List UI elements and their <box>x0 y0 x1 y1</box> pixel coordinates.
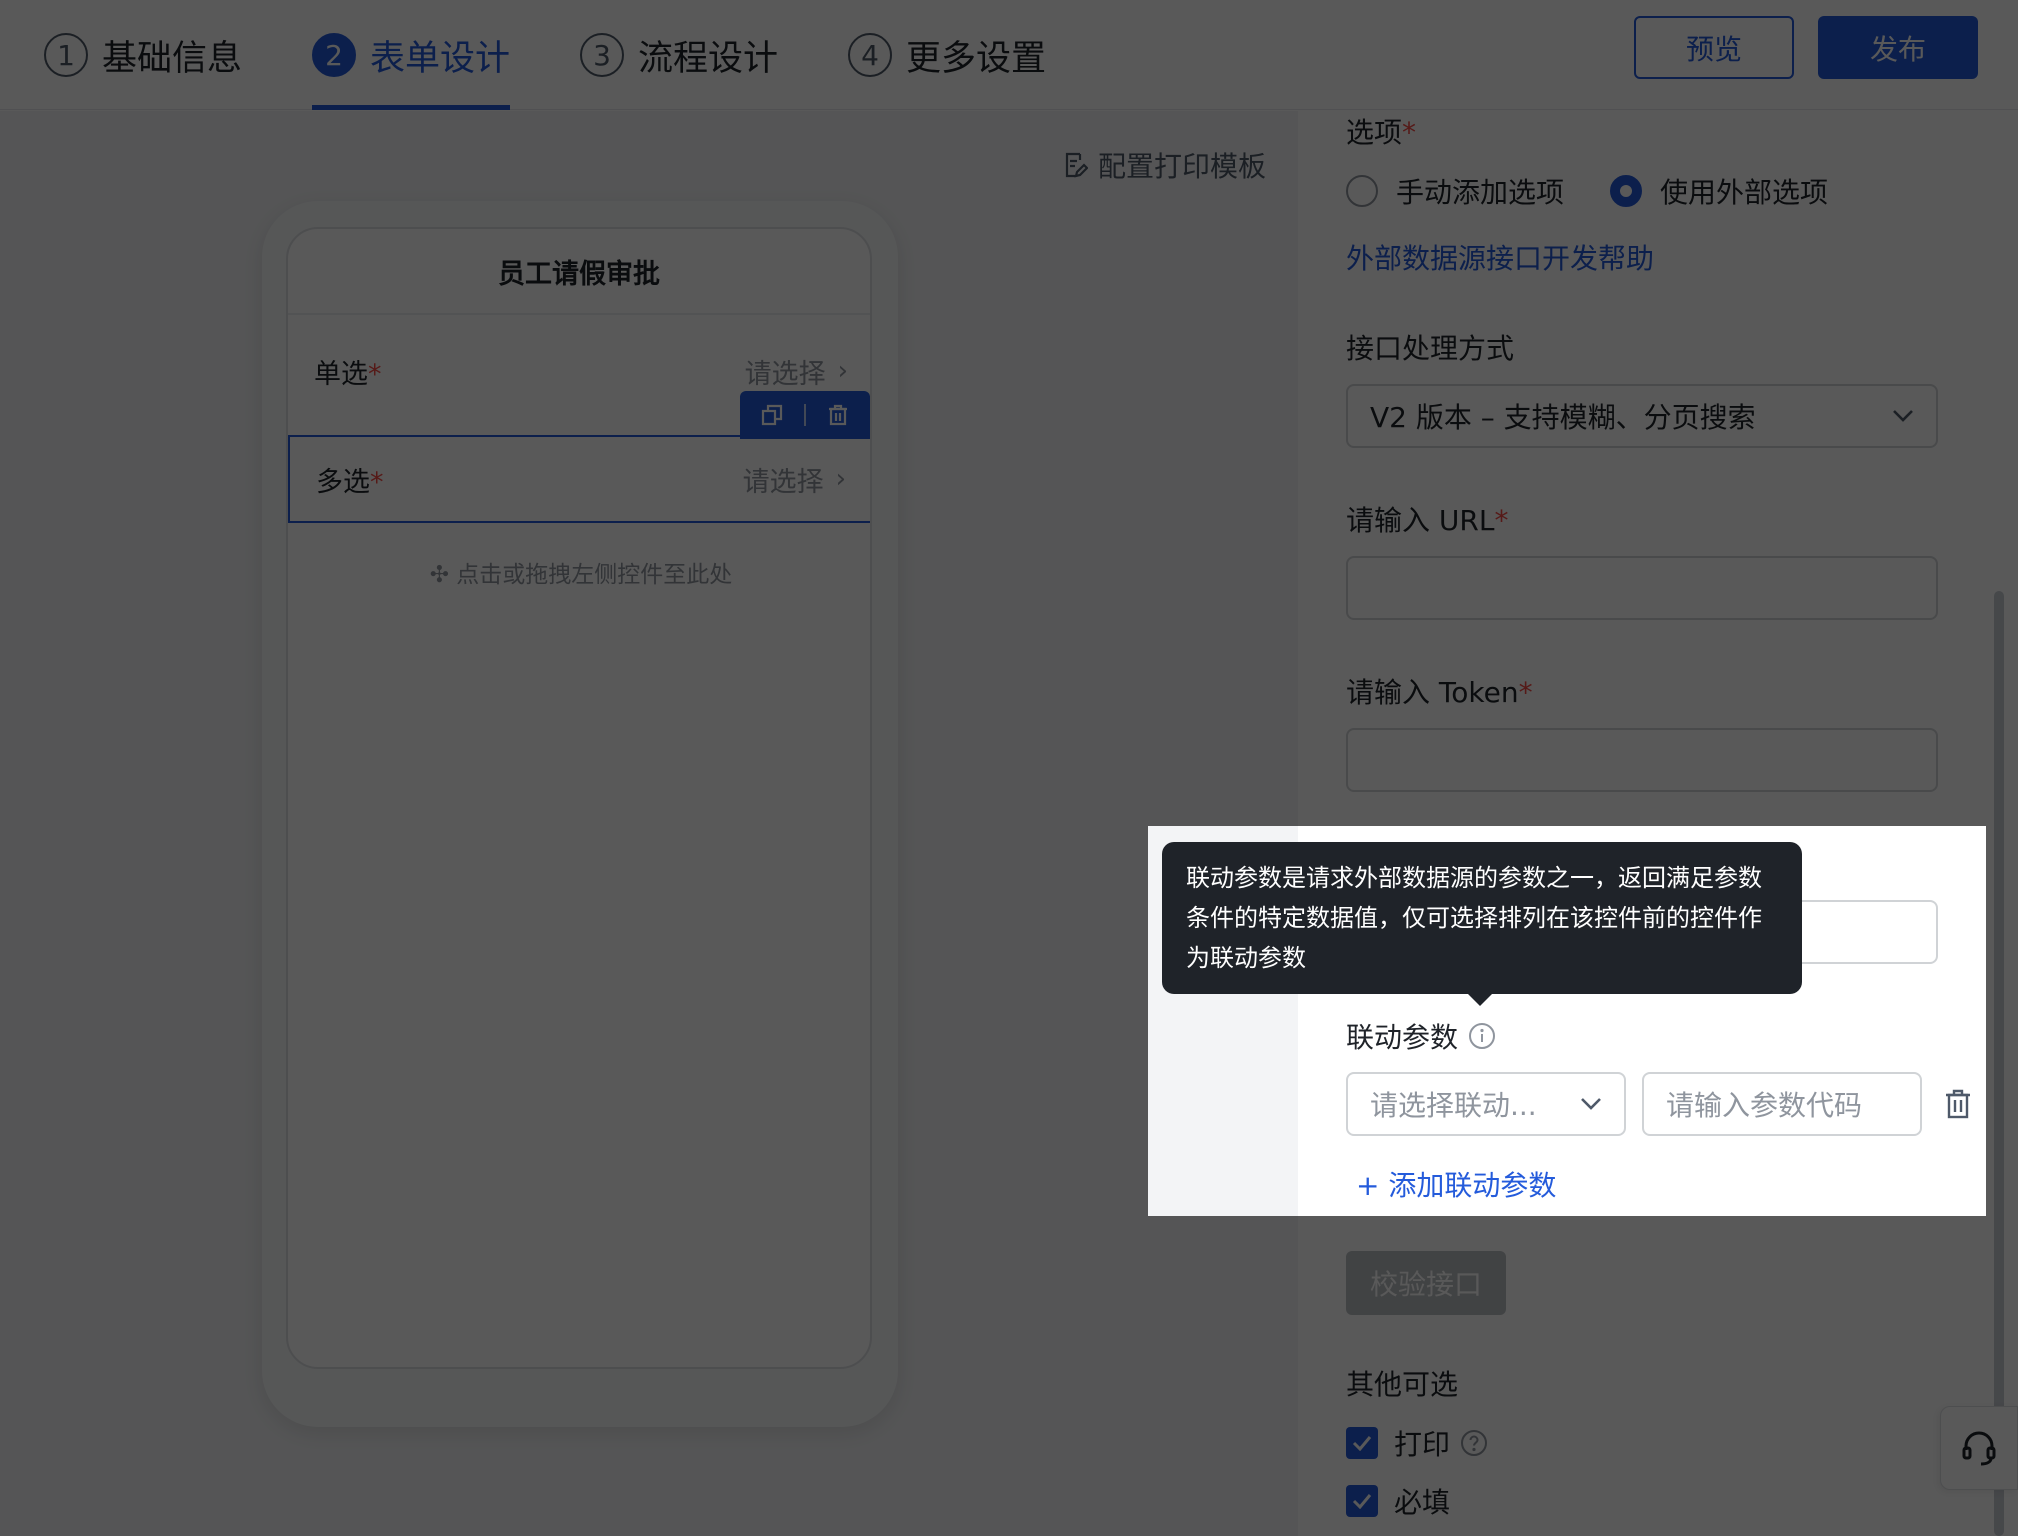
linkage-params-label: 联动参数 <box>1346 1016 1496 1056</box>
info-icon[interactable] <box>1468 1022 1496 1050</box>
options-label: 选项* <box>1346 111 1416 151</box>
external-data-help-link[interactable]: 外部数据源接口开发帮助 <box>1346 237 1654 277</box>
field-placeholder-wrap: 请选择 › <box>745 352 848 391</box>
trash-icon[interactable] <box>1944 1088 1972 1120</box>
step-number: 3 <box>580 33 625 77</box>
field-label-wrap: 单选* <box>314 352 382 391</box>
url-label-text: 请输入 URL <box>1346 504 1495 537</box>
print-checkbox[interactable]: 打印 <box>1346 1423 1488 1463</box>
field-placeholder: 请选择 <box>742 466 824 498</box>
required-mark: * <box>370 466 384 498</box>
phone-preview: 员工请假审批 单选* 请选择 › 多选* 请选择 › ✣ 点击或拖拽左侧控件至此处 <box>262 201 898 1427</box>
print-template-label: 配置打印模板 <box>1098 150 1267 183</box>
required-mark: * <box>1518 676 1533 709</box>
headset-icon <box>1962 1431 1996 1466</box>
step-number: 2 <box>312 33 357 77</box>
form-canvas: 配置打印模板 员工请假审批 单选* 请选择 › 多选* 请选择 › ✣ 点击或拖… <box>0 111 1298 1536</box>
handling-label: 接口处理方式 <box>1346 332 1515 365</box>
step-label: 表单设计 <box>370 38 511 79</box>
field-toolbar <box>740 391 870 439</box>
required-label: 必填 <box>1394 1486 1451 1519</box>
linkage-field-select[interactable]: 请选择联动... <box>1346 1072 1626 1136</box>
required-mark: * <box>1494 504 1509 537</box>
phone-screen: 员工请假审批 单选* 请选择 › 多选* 请选择 › ✣ 点击或拖拽左侧控件至此处 <box>286 227 872 1369</box>
linkage-params-tooltip: 联动参数是请求外部数据源的参数之一，返回满足参数条件的特定数据值，仅可选择排列在… <box>1162 842 1802 1006</box>
top-bar: 1 基础信息 2 表单设计 3 流程设计 4 更多设置 预览 发布 <box>0 0 2018 110</box>
handling-value: V2 版本 – 支持模糊、分页搜索 <box>1370 401 1756 434</box>
copy-icon[interactable] <box>760 403 784 427</box>
step-label: 更多设置 <box>906 38 1047 79</box>
help-circle-icon[interactable] <box>1460 1429 1488 1457</box>
token-label: 请输入 Token* <box>1346 671 1533 711</box>
step-basic-info[interactable]: 1 基础信息 <box>44 0 242 110</box>
step-more-settings[interactable]: 4 更多设置 <box>848 0 1046 110</box>
step-process-design[interactable]: 3 流程设计 <box>580 0 778 110</box>
customer-support-button[interactable] <box>1940 1406 2018 1490</box>
panel-scrollbar[interactable] <box>1994 591 2004 1536</box>
checkbox-checked-icon <box>1346 1427 1378 1459</box>
radio-label: 使用外部选项 <box>1660 176 1829 209</box>
radio-circle <box>1610 175 1642 207</box>
other-options-label: 其他可选 <box>1346 1368 1459 1401</box>
chevron-down-icon <box>1581 1098 1601 1110</box>
linkage-select-placeholder: 请选择联动... <box>1370 1089 1537 1122</box>
chevron-down-icon <box>1893 410 1913 422</box>
step-nav: 1 基础信息 2 表单设计 3 流程设计 4 更多设置 <box>44 0 1116 110</box>
radio-label: 手动添加选项 <box>1396 176 1565 209</box>
print-template-link[interactable]: 配置打印模板 <box>1062 145 1266 185</box>
url-label: 请输入 URL* <box>1346 499 1508 539</box>
radio-external-options[interactable]: 使用外部选项 <box>1610 171 1828 211</box>
print-label: 打印 <box>1394 1428 1451 1461</box>
options-label-text: 选项 <box>1346 116 1403 149</box>
chevron-right-icon: › <box>835 464 846 494</box>
token-label-text: 请输入 Token <box>1346 676 1519 709</box>
radio-circle <box>1346 175 1378 207</box>
field-placeholder: 请选择 <box>744 358 826 390</box>
field-label-wrap: 多选* <box>316 460 384 499</box>
required-checkbox[interactable]: 必填 <box>1346 1481 1450 1521</box>
radio-manual-options[interactable]: 手动添加选项 <box>1346 171 1564 211</box>
step-label: 流程设计 <box>638 38 779 79</box>
field-label: 单选 <box>314 358 368 390</box>
step-number: 1 <box>44 33 88 77</box>
checkbox-checked-icon <box>1346 1485 1378 1517</box>
token-input[interactable] <box>1346 728 1938 792</box>
linkage-params-text: 联动参数 <box>1346 1021 1459 1054</box>
form-title: 员工请假审批 <box>288 229 870 315</box>
field-placeholder-wrap: 请选择 › <box>743 460 846 499</box>
step-number: 4 <box>848 33 893 77</box>
field-label: 多选 <box>316 466 370 498</box>
drop-hint: ✣ 点击或拖拽左侧控件至此处 <box>429 562 733 588</box>
trash-icon[interactable] <box>826 403 850 427</box>
publish-button[interactable]: 发布 <box>1818 16 1978 79</box>
toolbar-divider <box>804 404 806 426</box>
properties-panel: 选项* 手动添加选项 使用外部选项 外部数据源接口开发帮助 接口处理方式 V2 … <box>1298 111 2018 1536</box>
field-multi-select[interactable]: 多选* 请选择 › <box>288 435 870 523</box>
param-code-placeholder: 请输入参数代码 <box>1666 1089 1863 1122</box>
required-mark: * <box>368 358 382 390</box>
handling-select[interactable]: V2 版本 – 支持模糊、分页搜索 <box>1346 384 1938 448</box>
required-mark: * <box>1402 116 1417 149</box>
preview-button[interactable]: 预览 <box>1634 16 1794 79</box>
param-code-input[interactable]: 请输入参数代码 <box>1642 1072 1922 1136</box>
chevron-right-icon: › <box>837 356 848 386</box>
document-edit-icon <box>1065 152 1088 178</box>
add-linkage-param-link[interactable]: + 添加联动参数 <box>1356 1164 1556 1204</box>
url-input[interactable] <box>1346 556 1938 620</box>
verify-interface-button[interactable]: 校验接口 <box>1346 1251 1506 1315</box>
step-label: 基础信息 <box>102 38 243 79</box>
step-form-design[interactable]: 2 表单设计 <box>312 0 511 110</box>
